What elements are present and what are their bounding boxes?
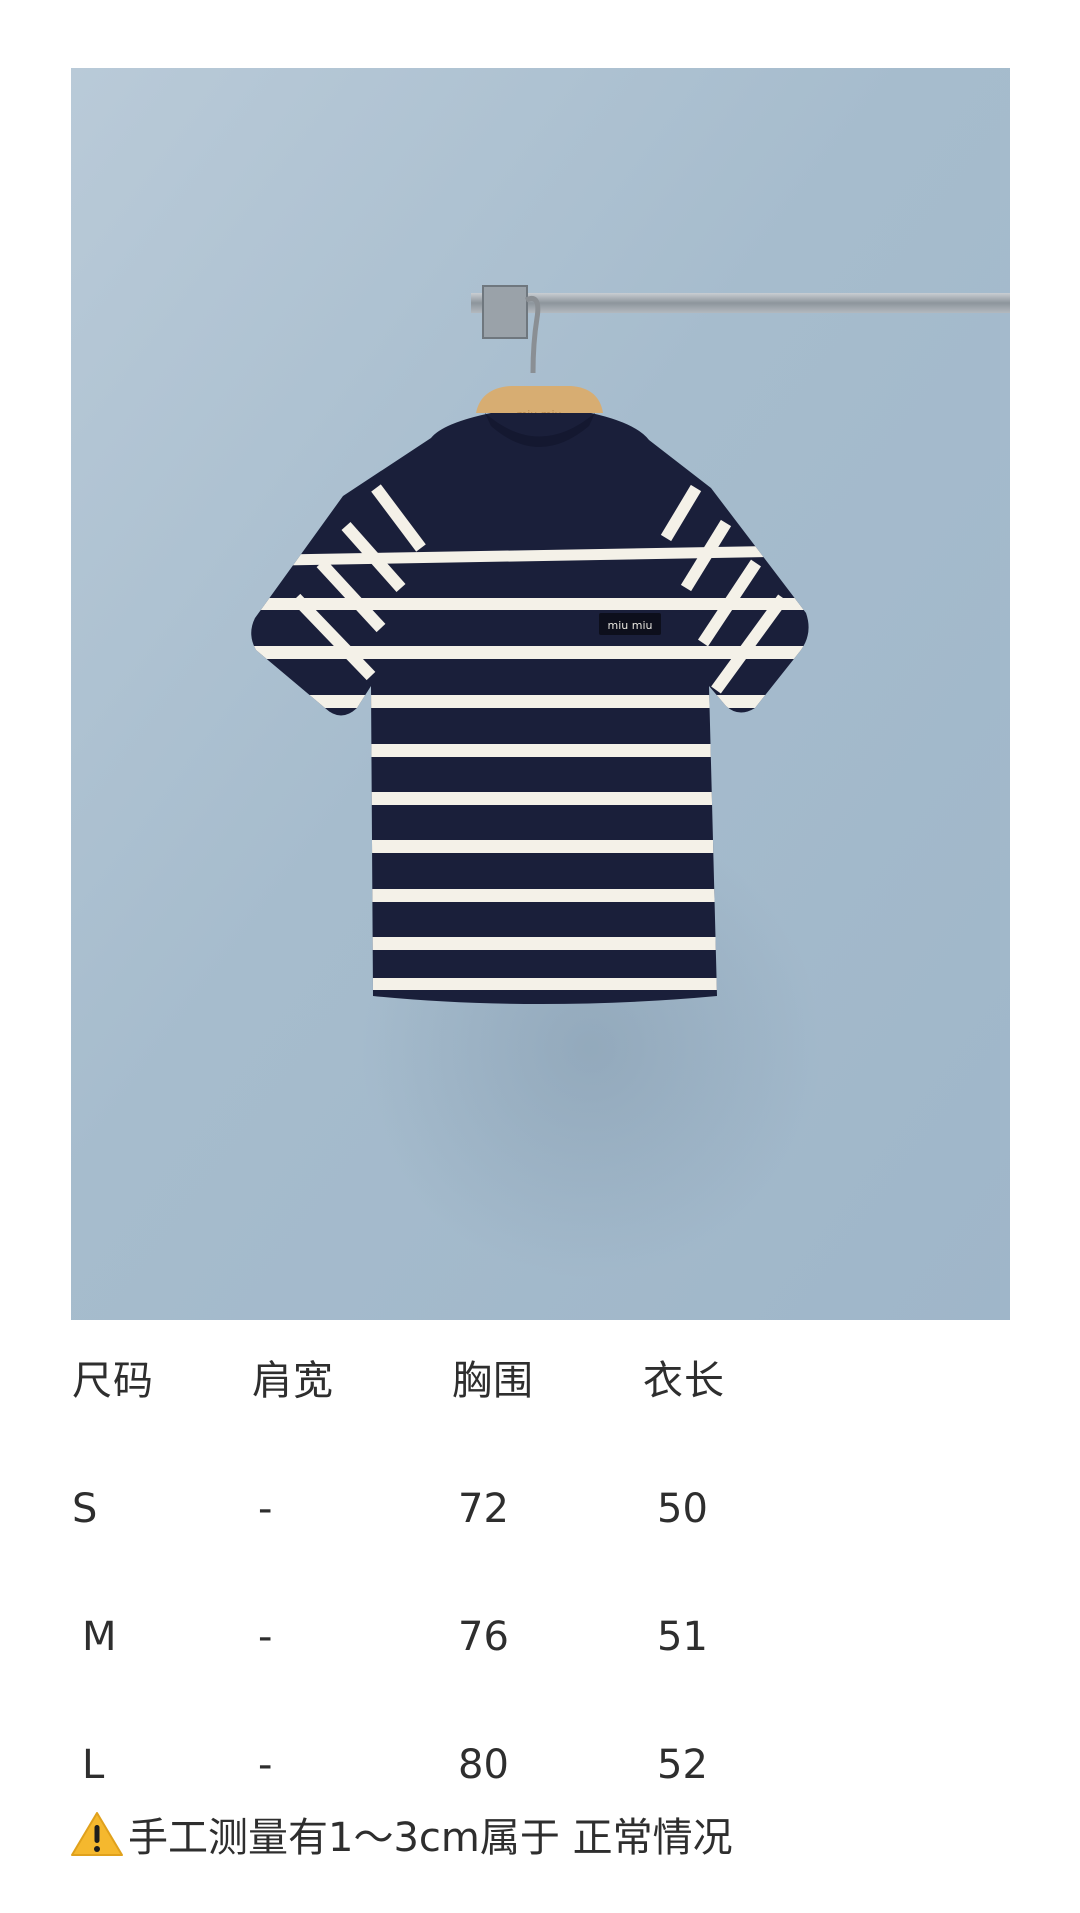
chest-m: 76	[458, 1614, 509, 1660]
shoulder-l: -	[258, 1742, 273, 1788]
size-l: L	[82, 1742, 105, 1788]
warning-icon	[71, 1812, 123, 1856]
size-m: M	[82, 1614, 117, 1660]
length-s: 50	[657, 1486, 708, 1532]
header-shoulder: 肩宽	[252, 1358, 334, 1404]
chest-s: 72	[458, 1486, 509, 1532]
product-photo: miu miu mi	[71, 68, 1010, 1320]
length-l: 52	[657, 1742, 708, 1788]
header-chest: 胸围	[452, 1358, 534, 1404]
length-m: 51	[657, 1614, 708, 1660]
measurement-note-text: 手工测量有1～3cm属于 正常情况	[128, 1815, 733, 1861]
header-length: 衣长	[643, 1358, 725, 1404]
shirt-logo-patch: miu miu	[608, 619, 653, 632]
chest-l: 80	[458, 1742, 509, 1788]
shoulder-m: -	[258, 1614, 273, 1660]
shoulder-s: -	[258, 1486, 273, 1532]
header-size: 尺码	[72, 1358, 154, 1404]
size-s: S	[72, 1486, 98, 1532]
measurement-note: 手工测量有1～3cm属于 正常情况	[70, 1804, 733, 1864]
